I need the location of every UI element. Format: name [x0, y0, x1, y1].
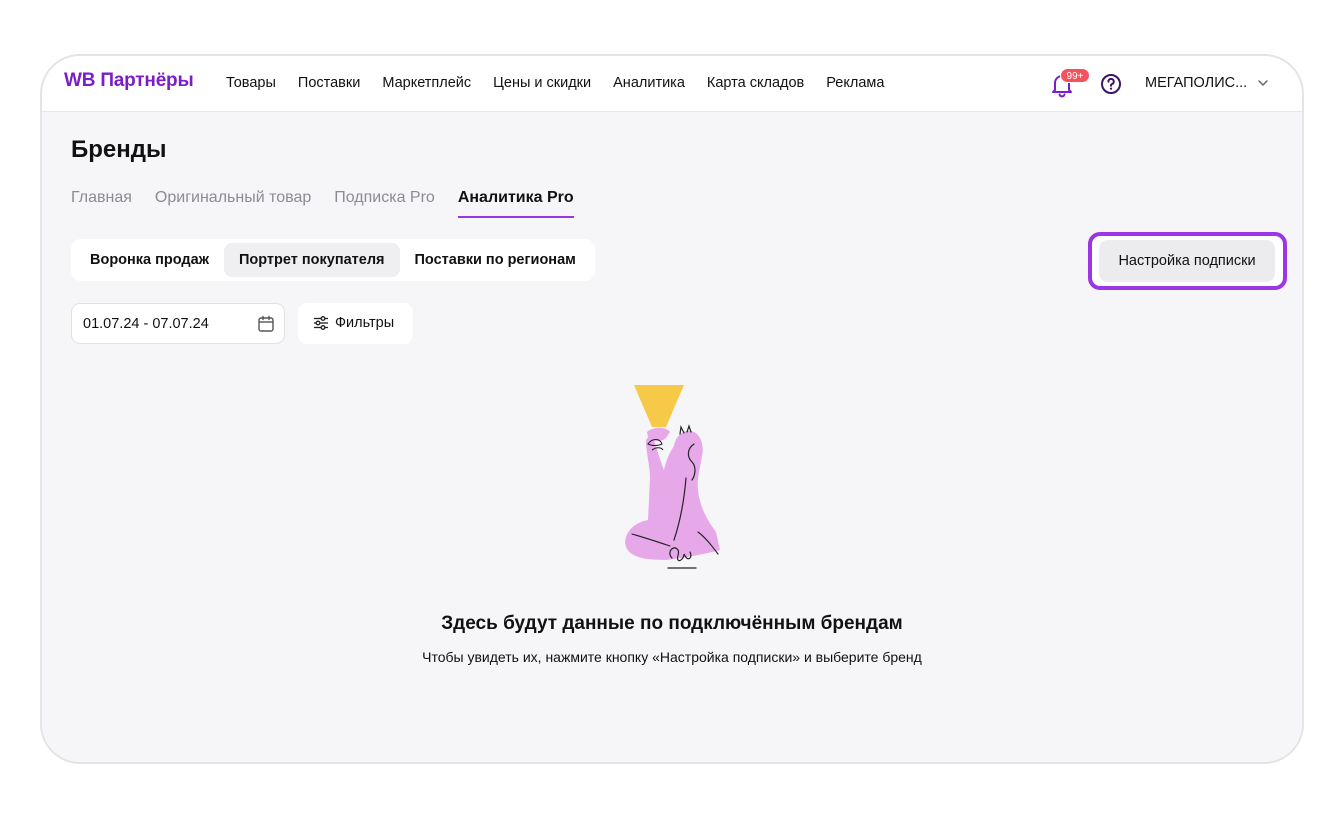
empty-state-title: Здесь будут данные по подключённым бренд… [441, 613, 903, 634]
tab-original-product[interactable]: Оригинальный товар [155, 189, 311, 218]
date-range-picker[interactable]: 01.07.24 - 07.07.24 [71, 303, 285, 344]
main-nav: Товары Поставки Маркетплейс Цены и скидк… [226, 75, 906, 91]
tab-main[interactable]: Главная [71, 189, 132, 218]
nav-item-warehouse-map[interactable]: Карта складов [707, 75, 804, 91]
logo[interactable]: WB Партнёры [64, 70, 194, 92]
analytics-segmented-control: Воронка продаж Портрет покупателя Постав… [71, 239, 595, 281]
chevron-down-icon[interactable] [1257, 77, 1269, 89]
page-tabs: Главная Оригинальный товар Подписка Pro … [71, 189, 597, 218]
nav-item-ads[interactable]: Реклама [826, 75, 884, 91]
calendar-icon[interactable] [257, 315, 275, 333]
nav-item-marketplace[interactable]: Маркетплейс [382, 75, 471, 91]
nav-item-prices[interactable]: Цены и скидки [493, 75, 591, 91]
help-icon[interactable] [1100, 73, 1122, 95]
page-title: Бренды [71, 136, 167, 163]
account-name[interactable]: МЕГАПОЛИС... [1145, 75, 1247, 91]
empty-state-subtitle: Чтобы увидеть их, нажмите кнопку «Настро… [422, 649, 922, 665]
nav-item-analytics[interactable]: Аналитика [613, 75, 685, 91]
filter-sliders-icon [314, 316, 328, 330]
empty-state-illustration [625, 385, 720, 569]
nav-item-products[interactable]: Товары [226, 75, 276, 91]
tab-analytics-pro[interactable]: Аналитика Pro [457, 189, 574, 218]
notification-badge: 99+ [1060, 68, 1090, 83]
segment-regional-supplies[interactable]: Поставки по регионам [400, 243, 591, 277]
segment-buyer-portrait[interactable]: Портрет покупателя [223, 243, 400, 277]
filters-label: Фильтры [335, 315, 395, 331]
segment-sales-funnel[interactable]: Воронка продаж [75, 243, 224, 277]
filters-button[interactable]: Фильтры [298, 303, 413, 344]
app-window: WB Партнёры Товары Поставки Маркетплейс … [40, 54, 1304, 764]
top-navigation-bar: WB Партнёры Товары Поставки Маркетплейс … [42, 56, 1302, 112]
nav-item-supplies[interactable]: Поставки [298, 75, 360, 91]
tab-subscription-pro[interactable]: Подписка Pro [334, 189, 435, 218]
subscription-settings-button[interactable]: Настройка подписки [1099, 240, 1275, 282]
date-range-value: 01.07.24 - 07.07.24 [83, 316, 209, 332]
